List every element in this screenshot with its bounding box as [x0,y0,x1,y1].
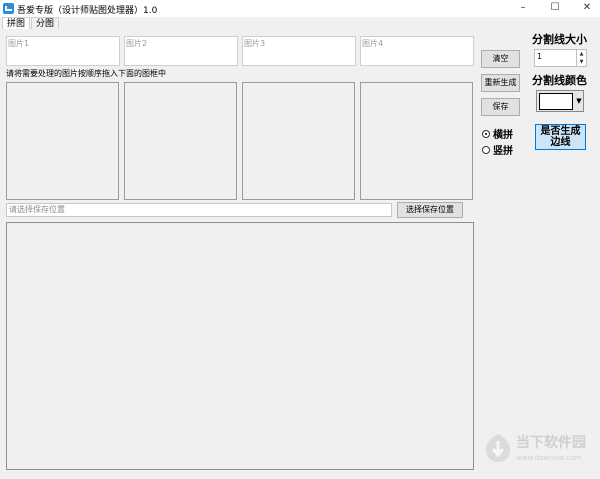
chevron-down-icon[interactable]: ▼ [575,93,583,110]
regenerate-button[interactable]: 重新生成 [481,74,520,92]
clear-button[interactable]: 清空 [481,50,520,68]
radio-horizontal-dot[interactable] [482,129,490,138]
divider-size-label: 分割线大小 [532,33,587,46]
save-path-field[interactable]: 请选择保存位置 [6,203,392,217]
minimize-button[interactable]: – [516,2,530,14]
tab-stitch[interactable]: 拼图 [2,17,31,29]
watermark: 当下软件园 www.downxia.com [484,432,594,472]
choose-save-location-button[interactable]: 选择保存位置 [397,202,463,218]
radio-horizontal[interactable]: 横拼 [482,126,513,141]
image-drop-box-1[interactable] [6,82,119,200]
save-button[interactable]: 保存 [481,98,520,116]
image-field-4[interactable]: 图片4 [360,36,474,66]
radio-horizontal-label: 横拼 [493,130,513,141]
image-field-2[interactable]: 图片2 [124,36,238,66]
generate-border-line2: 边线 [550,137,571,148]
image-field-3[interactable]: 图片3 [242,36,356,66]
generate-border-button[interactable]: 是否生成 边线 [535,124,586,150]
color-swatch[interactable] [539,93,573,110]
radio-vertical-dot[interactable] [482,145,490,154]
divider-size-value[interactable]: 1 [537,52,542,61]
image-drop-box-2[interactable] [124,82,237,200]
preview-area [6,222,474,470]
window-title: 吾爱专版（设计师贴图处理器）1.0 [17,6,158,16]
stepper-buttons: ▲ ▼ [576,50,586,66]
image-drop-box-4[interactable] [360,82,473,200]
app-icon [3,3,14,14]
watermark-name: 当下软件园 [516,435,586,451]
close-button[interactable]: ✕ [580,2,594,14]
radio-vertical-label: 竖拼 [493,146,513,157]
watermark-url: www.downxia.com [516,454,582,462]
watermark-logo-icon [486,434,510,462]
generate-border-line1: 是否生成 [540,126,581,137]
divider-color-picker[interactable]: ▼ [536,90,584,112]
image-field-1[interactable]: 图片1 [6,36,120,66]
stepper-down-icon[interactable]: ▼ [577,58,586,66]
stepper-up-icon[interactable]: ▲ [577,50,586,58]
divider-size-stepper[interactable]: 1 ▲ ▼ [534,49,587,67]
maximize-button[interactable]: ☐ [548,2,562,14]
drag-instruction: 请将需要处理的图片按顺序拖入下面的图框中 [6,69,166,78]
radio-vertical[interactable]: 竖拼 [482,142,513,157]
tab-split[interactable]: 分图 [31,17,60,29]
image-drop-box-3[interactable] [242,82,355,200]
divider-color-label: 分割线颜色 [532,74,587,87]
